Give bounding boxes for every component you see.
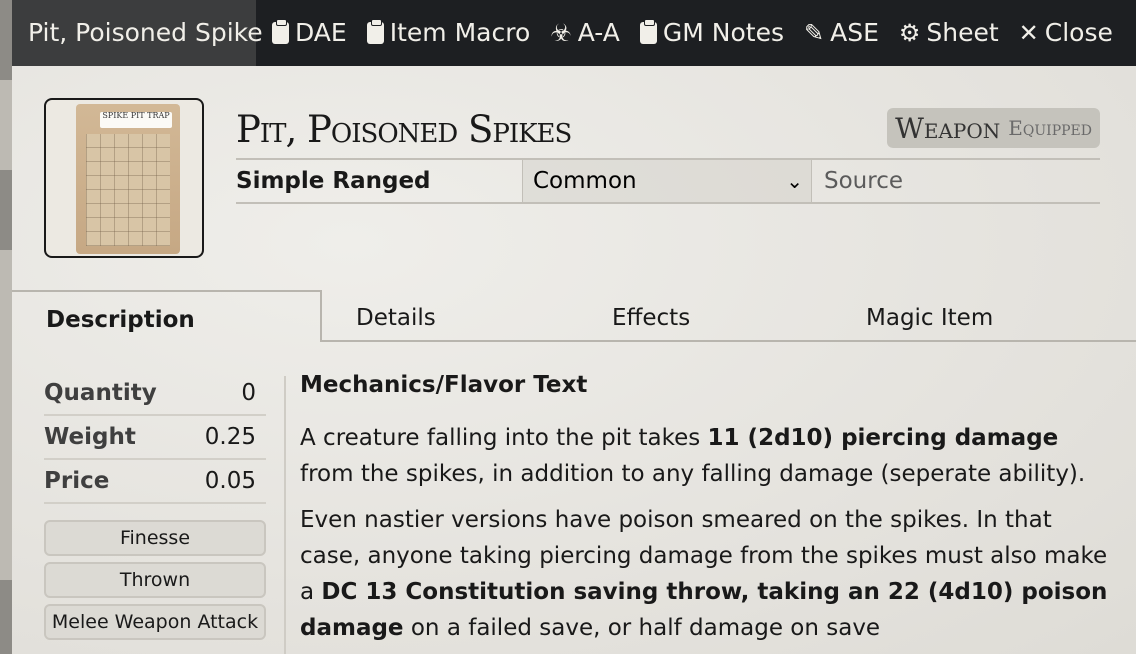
badge-type: Weapon: [895, 111, 1001, 145]
close-button[interactable]: ✕ Close: [1019, 18, 1113, 47]
dae-button[interactable]: DAE: [272, 18, 347, 47]
stat-price: Price 0.05: [44, 460, 266, 504]
description-text: from the spikes, in addition to any fall…: [300, 461, 1086, 487]
property-tag-melee-weapon-attack: Melee Weapon Attack: [44, 604, 266, 640]
sheet-tabs: Description Details Effects Magic Item: [12, 290, 1136, 342]
header-controls: DAE Item Macro ☣ A-A GM Notes ✎ ASE ⚙ Sh…: [272, 18, 1113, 47]
portrait-pit-art: [86, 134, 170, 246]
sidebar-divider: [284, 376, 286, 654]
item-properties-sidebar: Quantity 0 Weight 0.25 Price 0.05 Finess…: [44, 372, 266, 640]
stat-weight: Weight 0.25: [44, 416, 266, 460]
badge-status: Equipped: [1008, 116, 1092, 140]
stat-label: Quantity: [44, 380, 157, 406]
stat-quantity: Quantity 0: [44, 372, 266, 416]
gm-notes-label: GM Notes: [662, 18, 784, 47]
portrait-card: SPIKE PIT TRAP: [76, 104, 180, 254]
window-title: Pit, Poisoned Spike: [28, 18, 263, 47]
tab-description[interactable]: Description: [12, 290, 322, 342]
clipboard-icon: [272, 18, 289, 44]
window-header[interactable]: Pit, Poisoned Spike DAE Item Macro ☣ A-A…: [12, 0, 1136, 66]
biohazard-icon: ☣: [550, 18, 572, 47]
tab-effects[interactable]: Effects: [578, 290, 832, 342]
rarity-value: Common: [533, 168, 637, 194]
stat-label: Weight: [44, 424, 136, 450]
item-name[interactable]: Pit, Poisoned Spikes: [236, 108, 572, 151]
item-sheet: SPIKE PIT TRAP Pit, Poisoned Spikes Weap…: [12, 66, 1136, 654]
magic-wand-icon: ✎: [803, 18, 825, 47]
chevron-down-icon: ⌄: [786, 169, 803, 193]
price-input[interactable]: 0.05: [205, 468, 266, 494]
ase-button[interactable]: ✎ ASE: [804, 18, 879, 47]
gear-icon: ⚙: [898, 18, 921, 47]
gm-notes-button[interactable]: GM Notes: [639, 18, 784, 47]
description-bold-text: 11 (2d10) piercing damage: [707, 425, 1059, 451]
item-subtitle-row: Simple Ranged Common ⌄ Source: [236, 158, 1100, 204]
a-a-button[interactable]: ☣ A-A: [550, 18, 620, 47]
description-text: on a failed save, or half damage on save: [403, 615, 881, 641]
clipboard-icon: [639, 18, 657, 44]
property-tag-finesse: Finesse: [44, 520, 266, 556]
property-tags: Finesse Thrown Melee Weapon Attack: [44, 520, 266, 640]
quantity-input[interactable]: 0: [241, 380, 266, 406]
weapon-type: Simple Ranged: [236, 168, 431, 194]
source-field[interactable]: Source: [812, 160, 903, 202]
description-paragraph-2: Even nastier versions have poison smeare…: [300, 502, 1110, 646]
dae-label: DAE: [295, 18, 347, 47]
stat-label: Price: [44, 468, 110, 494]
portrait-card-label: SPIKE PIT TRAP: [100, 112, 172, 128]
sheet-label: Sheet: [926, 18, 999, 47]
rarity-select[interactable]: Common ⌄: [522, 160, 812, 202]
item-type-badge: Weapon Equipped: [887, 108, 1100, 148]
item-macro-label: Item Macro: [389, 18, 531, 47]
description-paragraph-1: A creature falling into the pit takes 11…: [300, 420, 1110, 492]
description-text: A creature falling into the pit takes: [300, 425, 708, 451]
title-box: Pit, Poisoned Spike: [12, 0, 263, 66]
description-content[interactable]: Mechanics/Flavor Text A creature falling…: [300, 368, 1110, 646]
a-a-label: A-A: [577, 18, 620, 47]
item-portrait[interactable]: SPIKE PIT TRAP: [44, 98, 204, 258]
background-left-edge: [0, 0, 12, 654]
ase-label: ASE: [830, 18, 879, 47]
tab-magic-item[interactable]: Magic Item: [832, 290, 1136, 342]
property-tag-thrown: Thrown: [44, 562, 266, 598]
weight-input[interactable]: 0.25: [205, 424, 266, 450]
item-macro-button[interactable]: Item Macro: [366, 18, 531, 47]
close-label: Close: [1044, 18, 1113, 47]
description-heading: Mechanics/Flavor Text: [300, 372, 588, 398]
sd-card-icon: [366, 18, 384, 44]
sheet-button[interactable]: ⚙ Sheet: [899, 18, 999, 47]
close-icon: ✕: [1018, 18, 1039, 47]
tab-details[interactable]: Details: [322, 290, 578, 342]
